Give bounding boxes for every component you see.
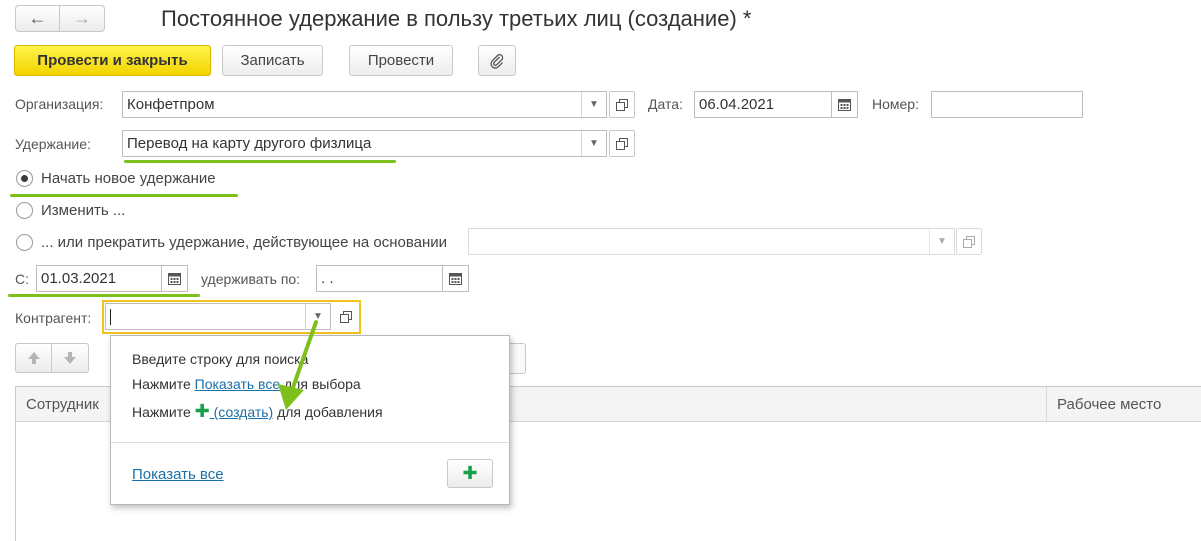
show-all-inline-link[interactable]: Показать все <box>195 376 280 392</box>
back-button[interactable]: ← <box>15 5 60 32</box>
organization-field[interactable]: Конфетпром ▼ <box>122 91 607 118</box>
organization-value: Конфетпром <box>127 96 215 113</box>
until-calendar-button[interactable] <box>443 265 469 292</box>
annotation-arrow-icon <box>278 320 318 410</box>
date-value: 06.04.2021 <box>699 96 775 113</box>
chevron-down-icon[interactable]: ▼ <box>581 92 606 117</box>
until-date-value: . . <box>321 270 334 287</box>
number-label: Номер: <box>872 96 919 112</box>
column-divider <box>1046 387 1047 421</box>
open-window-icon <box>340 310 352 323</box>
number-field[interactable] <box>931 91 1083 118</box>
radio-change-label: Изменить ... <box>41 202 126 219</box>
deduction-field[interactable]: Перевод на карту другого физлица ▼ <box>122 130 607 157</box>
highlight-underline <box>10 194 238 197</box>
chevron-down-icon[interactable]: ▼ <box>929 229 954 254</box>
deduction-value: Перевод на карту другого физлица <box>127 135 372 152</box>
date-field[interactable]: 06.04.2021 <box>694 91 832 118</box>
highlight-underline <box>124 160 396 163</box>
plus-icon: ✚ <box>194 401 210 421</box>
open-window-icon <box>616 137 628 150</box>
highlight-underline <box>8 294 200 297</box>
radio-new-deduction[interactable] <box>16 170 33 187</box>
from-label: С: <box>15 271 29 287</box>
calendar-icon <box>449 273 462 285</box>
column-workplace[interactable]: Рабочее место <box>1057 396 1161 413</box>
paperclip-icon <box>490 53 504 69</box>
plus-icon: ✚ <box>462 463 478 483</box>
attach-button[interactable] <box>478 45 516 76</box>
open-window-icon <box>616 98 628 111</box>
arrow-left-icon: ← <box>28 8 47 28</box>
contractor-label: Контрагент: <box>15 310 92 326</box>
radio-stop[interactable] <box>16 234 33 251</box>
until-date-field[interactable]: . . <box>316 265 443 292</box>
chevron-down-icon[interactable]: ▼ <box>581 131 606 156</box>
calendar-icon <box>168 273 181 285</box>
deduction-label: Удержание: <box>15 136 91 152</box>
popup-divider <box>111 442 509 443</box>
post-button[interactable]: Провести <box>349 45 453 76</box>
hint-text: Нажмите <box>132 404 195 420</box>
from-date-value: 01.03.2021 <box>41 270 117 287</box>
radio-stop-label: ... или прекратить удержание, действующе… <box>41 234 448 251</box>
stop-basis-open-button[interactable] <box>956 228 982 255</box>
show-all-link[interactable]: Показать все <box>132 466 224 483</box>
date-calendar-button[interactable] <box>832 91 858 118</box>
arrow-down-icon <box>64 352 76 364</box>
organization-open-button[interactable] <box>609 91 635 118</box>
arrow-right-icon: → <box>73 8 91 28</box>
save-button[interactable]: Записать <box>222 45 323 76</box>
radio-new-deduction-label: Начать новое удержание <box>41 170 216 187</box>
date-label: Дата: <box>648 96 683 112</box>
hint-text: Нажмите <box>132 376 195 392</box>
from-calendar-button[interactable] <box>162 265 188 292</box>
move-up-button[interactable] <box>15 343 52 373</box>
calendar-icon <box>838 99 851 111</box>
move-down-button[interactable] <box>52 343 89 373</box>
page-title: Постоянное удержание в пользу третьих ли… <box>161 6 752 31</box>
from-date-field[interactable]: 01.03.2021 <box>36 265 162 292</box>
until-label: удерживать по: <box>201 271 301 287</box>
post-and-close-button[interactable]: Провести и закрыть <box>14 45 211 76</box>
create-button[interactable]: ✚ <box>447 459 493 488</box>
arrow-up-icon <box>27 352 40 364</box>
organization-label: Организация: <box>15 96 104 112</box>
hint-line-create: Нажмите ✚ (создать) для добавления <box>132 401 383 422</box>
radio-change[interactable] <box>16 202 33 219</box>
forward-button[interactable]: → <box>60 5 105 32</box>
open-window-icon <box>963 235 975 248</box>
text-cursor <box>110 308 111 325</box>
column-employee[interactable]: Сотрудник <box>26 396 99 413</box>
stop-basis-field[interactable]: ▼ <box>468 228 955 255</box>
create-inline-link[interactable]: (создать) <box>210 404 274 420</box>
contractor-open-button[interactable] <box>333 303 359 330</box>
deduction-open-button[interactable] <box>609 130 635 157</box>
